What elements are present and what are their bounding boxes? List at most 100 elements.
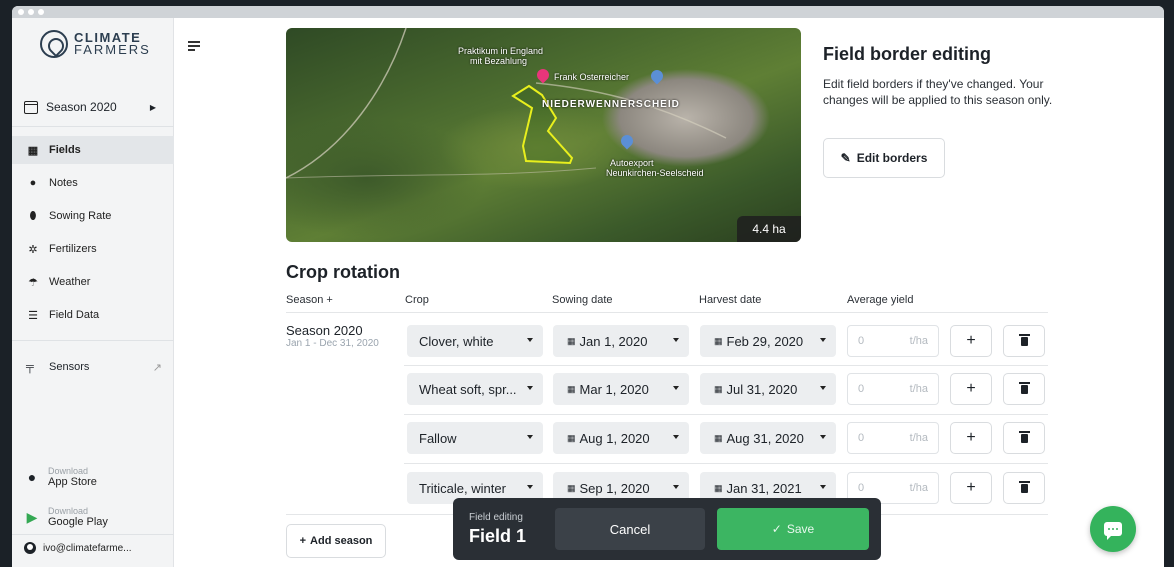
add-crop-button[interactable]: +: [950, 373, 992, 405]
calendar-icon: ▦: [567, 482, 575, 493]
app-store-big: App Store: [48, 476, 97, 488]
pencil-icon: ✎: [840, 151, 851, 165]
google-play-link[interactable]: ▶ Download Google Play: [24, 506, 164, 528]
yield-placeholder: 0: [858, 383, 865, 395]
field-editing-label: Field editing: [469, 512, 523, 523]
cancel-button[interactable]: Cancel: [555, 508, 705, 550]
app-store-link[interactable]: ● Download App Store: [24, 466, 164, 488]
sidebar-item-sensors[interactable]: ╤ Sensors ↗: [26, 356, 166, 378]
chevron-down-icon: [820, 338, 826, 342]
add-crop-button[interactable]: +: [950, 422, 992, 454]
chevron-down-icon: [820, 386, 826, 390]
window-dot-icon[interactable]: [38, 9, 44, 15]
umbrella-icon: ☂: [28, 276, 38, 289]
crop-select[interactable]: Wheat soft, spr...: [407, 373, 543, 405]
map-label: Autoexport: [610, 158, 654, 168]
yield-input[interactable]: 0 t/ha: [847, 325, 939, 357]
sowing-date-select[interactable]: ▦ Aug 1, 2020: [553, 422, 689, 454]
column-header-sowing: Sowing date: [552, 294, 613, 306]
crop-value: Wheat soft, spr...: [419, 381, 517, 397]
menu-toggle-icon[interactable]: [188, 41, 200, 51]
calendar-icon: ▦: [714, 383, 722, 394]
yield-unit: t/ha: [909, 335, 928, 347]
sidebar-divider: [12, 534, 174, 535]
season-selector[interactable]: Season 2020 ▶: [24, 94, 164, 120]
yield-input[interactable]: 0 t/ha: [847, 422, 939, 454]
calendar-icon: ▦: [714, 335, 722, 346]
sowing-date-select[interactable]: ▦ Jan 1, 2020: [553, 325, 689, 357]
calendar-icon: ▦: [567, 432, 575, 443]
sowing-date-select[interactable]: ▦ Mar 1, 2020: [553, 373, 689, 405]
calendar-icon: ▦: [567, 335, 575, 346]
field-boundary[interactable]: [511, 84, 574, 165]
harvest-date-select[interactable]: ▦ Feb 29, 2020: [700, 325, 836, 357]
add-crop-button[interactable]: +: [950, 325, 992, 357]
crop-value: Triticale, winter: [419, 480, 506, 496]
yield-placeholder: 0: [858, 432, 865, 444]
sidebar-item-fertilizers[interactable]: ✲ Fertilizers: [12, 235, 174, 263]
sowing-date-value: Aug 1, 2020: [579, 430, 650, 446]
yield-placeholder: 0: [858, 482, 865, 494]
column-header-season[interactable]: Season +: [286, 294, 333, 306]
grid-icon: ▦: [27, 144, 39, 157]
crop-select[interactable]: Fallow: [407, 422, 543, 454]
save-button[interactable]: ✓ Save: [717, 508, 869, 550]
sidebar-divider: [12, 126, 174, 127]
logo-icon: [40, 30, 68, 58]
window-dot-icon[interactable]: [18, 9, 24, 15]
sowing-date-value: Mar 1, 2020: [579, 381, 649, 397]
add-season-button[interactable]: + Add season: [286, 524, 386, 558]
account-menu[interactable]: ivo@climatefarme...: [24, 542, 172, 554]
chat-button[interactable]: [1090, 506, 1136, 552]
account-email: ivo@climatefarme...: [43, 542, 132, 554]
map-label: NIEDERWENNERSCHEID: [542, 99, 680, 110]
sidebar-nav: ▦ Fields ● Notes ⬮ Sowing Rate ✲ Fertili…: [12, 136, 174, 334]
add-crop-button[interactable]: +: [950, 472, 992, 504]
delete-crop-button[interactable]: [1003, 373, 1045, 405]
field-map[interactable]: Praktikum in England mit Bezahlung Frank…: [286, 28, 801, 242]
map-pin-icon: ●: [29, 177, 37, 189]
edit-borders-button[interactable]: ✎ Edit borders: [823, 138, 945, 178]
brand-logo[interactable]: CLIMATE FARMERS: [40, 28, 151, 60]
border-editing-text: Edit field borders if they've changed. Y…: [823, 77, 1053, 107]
delete-crop-button[interactable]: [1003, 472, 1045, 504]
calendar-icon: [24, 100, 38, 114]
chevron-down-icon: [673, 485, 679, 489]
sidebar-item-sowing-rate[interactable]: ⬮ Sowing Rate: [12, 202, 174, 230]
external-link-icon: ↗: [152, 361, 162, 374]
harvest-date-select[interactable]: ▦ Jul 31, 2020: [700, 373, 836, 405]
calendar-icon: ▦: [714, 432, 722, 443]
trash-icon: [1018, 333, 1030, 346]
sensor-icon: ╤: [26, 361, 34, 373]
add-season-label: Add season: [310, 535, 373, 547]
harvest-date-select[interactable]: ▦ Aug 31, 2020: [700, 422, 836, 454]
harvest-date-value: Jul 31, 2020: [726, 381, 798, 397]
chevron-down-icon: [527, 386, 533, 390]
edit-borders-label: Edit borders: [856, 151, 928, 165]
column-header-yield: Average yield: [847, 294, 914, 306]
crop-select[interactable]: Clover, white: [407, 325, 543, 357]
yield-input[interactable]: 0 t/ha: [847, 373, 939, 405]
calendar-icon: ▦: [567, 383, 575, 394]
chat-icon: [1104, 522, 1122, 540]
window-dot-icon[interactable]: [28, 9, 34, 15]
delete-crop-button[interactable]: [1003, 422, 1045, 454]
crop-rotation-title: Crop rotation: [286, 262, 400, 282]
sidebar-item-field-data[interactable]: ☰ Field Data: [12, 301, 174, 329]
header-divider: [286, 312, 1048, 313]
season-name: Season 2020: [286, 323, 363, 338]
harvest-date-value: Aug 31, 2020: [726, 430, 804, 446]
plus-icon: +: [966, 332, 976, 349]
sidebar-item-fields[interactable]: ▦ Fields: [12, 136, 174, 164]
sidebar-item-label: Weather: [49, 276, 91, 288]
column-header-crop: Crop: [405, 294, 429, 306]
sidebar-item-weather[interactable]: ☂ Weather: [12, 268, 174, 296]
harvest-date-value: Feb 29, 2020: [726, 333, 804, 349]
trash-icon: [1018, 480, 1030, 493]
sidebar-item-notes[interactable]: ● Notes: [12, 169, 174, 197]
chevron-down-icon: [673, 435, 679, 439]
delete-crop-button[interactable]: [1003, 325, 1045, 357]
border-editing-title: Field border editing: [823, 44, 992, 64]
app-store-small: Download: [48, 466, 89, 476]
yield-unit: t/ha: [909, 383, 928, 395]
